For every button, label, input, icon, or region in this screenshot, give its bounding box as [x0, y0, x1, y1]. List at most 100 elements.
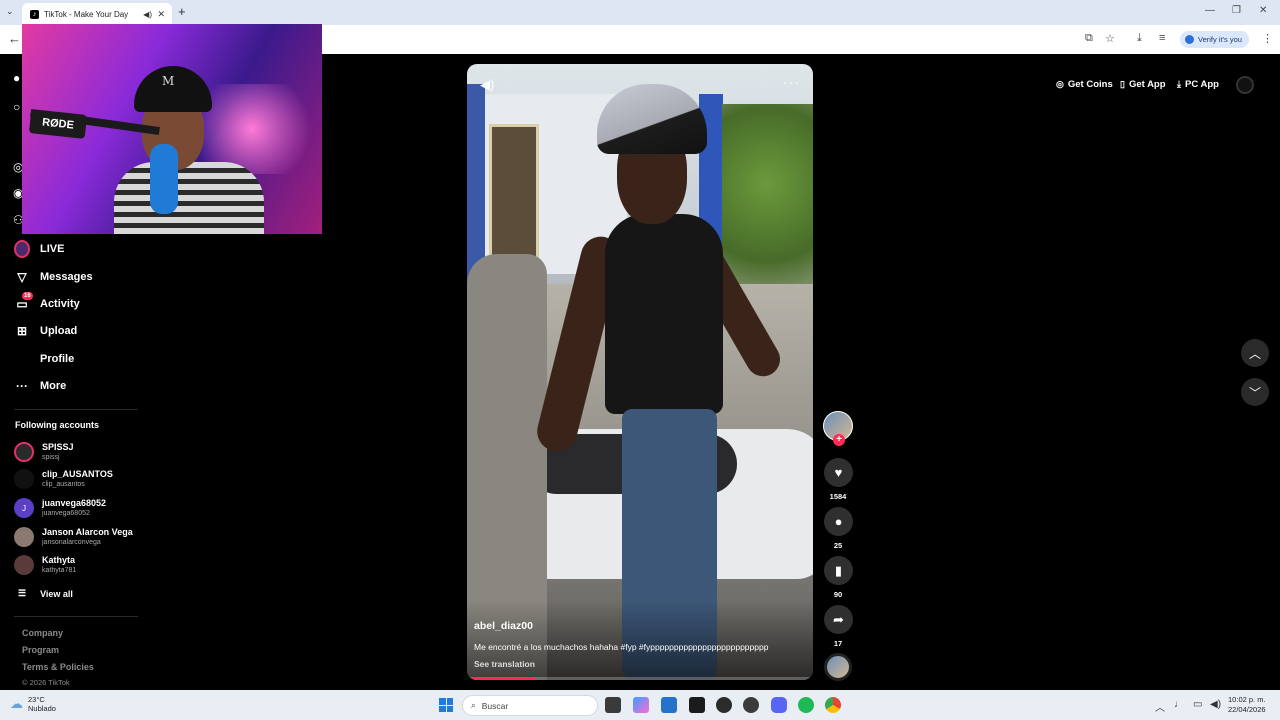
- bookmark-star-icon[interactable]: ☆: [1105, 32, 1115, 45]
- sidebar-item-more[interactable]: ··· More: [14, 376, 66, 396]
- back-arrow-icon[interactable]: ←: [8, 31, 21, 46]
- get-coins-button[interactable]: ◎ Get Coins: [1056, 76, 1113, 92]
- windows-start-icon[interactable]: [439, 698, 453, 712]
- discord-icon[interactable]: [771, 697, 787, 713]
- sidebar-item-label: Profile: [40, 353, 75, 365]
- next-video-button[interactable]: ﹀: [1241, 378, 1269, 406]
- comment-button[interactable]: ●: [824, 507, 853, 536]
- taskbar-search[interactable]: ⌕ Buscar: [462, 695, 598, 716]
- copilot-icon[interactable]: [633, 697, 649, 713]
- previous-video-button[interactable]: ︿: [1241, 339, 1269, 367]
- microphone-icon[interactable]: ♩: [1174, 699, 1184, 710]
- tab-audio-icon[interactable]: ◀): [143, 10, 152, 19]
- cloud-icon: ☁: [10, 696, 23, 711]
- search-placeholder: Buscar: [481, 700, 509, 711]
- minimize-icon[interactable]: —: [1205, 5, 1215, 16]
- sidebar-item-messages[interactable]: ▽ Messages: [14, 267, 92, 287]
- streamer-cap: [134, 66, 212, 112]
- sidebar-item-label: LIVE: [40, 243, 65, 255]
- get-app-button[interactable]: ▯ Get App: [1120, 76, 1166, 92]
- footer-company-link[interactable]: Company: [22, 628, 63, 638]
- copyright: © 2026 TikTok: [22, 678, 70, 687]
- following-account[interactable]: SPISSJ spissj: [14, 439, 74, 465]
- sidebar-item-activity[interactable]: ▭ 16 Activity: [14, 292, 80, 314]
- chrome-icon[interactable]: [825, 697, 841, 713]
- sidebar-item-upload[interactable]: ⊞ Upload: [14, 321, 77, 341]
- profile-avatar[interactable]: [1236, 76, 1254, 94]
- new-tab-icon[interactable]: +: [178, 4, 186, 19]
- verify-button[interactable]: Verify it's you: [1180, 31, 1249, 48]
- download-icon: ⤓: [1177, 78, 1181, 89]
- media-controls-icon[interactable]: ≡: [1159, 32, 1165, 44]
- following-account[interactable]: Kathyta kathyta781: [14, 552, 76, 578]
- steam-icon[interactable]: [743, 697, 759, 713]
- sidebar-item-live[interactable]: LIVE: [14, 239, 64, 259]
- see-translation-link[interactable]: See translation: [474, 659, 535, 669]
- pc-app-button[interactable]: ⤓ PC App: [1177, 76, 1219, 92]
- restore-icon[interactable]: ❐: [1232, 5, 1241, 16]
- capcut-icon[interactable]: [689, 697, 705, 713]
- more-options-icon[interactable]: ···: [783, 74, 800, 90]
- search-icon[interactable]: ○: [13, 100, 20, 114]
- verify-label: Verify it's you: [1198, 35, 1242, 44]
- avatar: [14, 555, 34, 575]
- follow-plus-icon[interactable]: +: [833, 434, 845, 446]
- sidebar-item-profile[interactable]: Profile: [14, 349, 74, 369]
- spotify-icon[interactable]: [798, 697, 814, 713]
- obs-icon[interactable]: [716, 697, 732, 713]
- video-author[interactable]: abel_diaz00: [474, 620, 533, 632]
- view-all-link[interactable]: ☰ View all: [18, 588, 73, 599]
- account-name: SPISSJ: [42, 442, 74, 452]
- paper-plane-icon: ▽: [17, 270, 27, 284]
- close-window-icon[interactable]: ✕: [1259, 5, 1267, 16]
- tab-close-icon[interactable]: ✕: [157, 9, 165, 20]
- view-all-label: View all: [40, 588, 73, 599]
- volume-icon[interactable]: ◀): [480, 77, 494, 93]
- account-handle: clip_ausantos: [42, 481, 85, 488]
- music-disc-icon[interactable]: [824, 653, 852, 681]
- ellipsis-icon: ···: [16, 379, 28, 393]
- inbox-icon: ▭ 16: [16, 292, 33, 311]
- tab-search-icon[interactable]: ⌄: [6, 6, 14, 17]
- download-icon[interactable]: ⤓: [1137, 32, 1142, 45]
- tiktok-logo-icon[interactable]: ●: [13, 71, 20, 85]
- tab-title: TikTok - Make Your Day: [44, 9, 129, 19]
- like-button[interactable]: ♥: [824, 458, 853, 487]
- volume-icon[interactable]: ◀): [1210, 699, 1221, 710]
- video-scene: [467, 84, 485, 284]
- share-count: 17: [833, 639, 843, 648]
- browser-tabstrip: ⌄ ♪ TikTok - Make Your Day ◀) ✕ + — ❐ ✕: [0, 0, 1280, 25]
- task-view-icon[interactable]: [605, 697, 621, 713]
- sidebar-item-label: More: [40, 380, 67, 392]
- browser-menu-icon[interactable]: ⋮: [1262, 32, 1273, 45]
- following-account[interactable]: clip_AUSANTOS clip_ausantos: [14, 466, 113, 492]
- following-account[interactable]: J juanvega68052 juanvega68052: [14, 495, 106, 521]
- install-app-icon[interactable]: ⧉: [1085, 32, 1093, 45]
- share-button[interactable]: ➦: [824, 605, 853, 634]
- microphone: [150, 144, 178, 214]
- weather-widget[interactable]: ☁ 23°C Nublado: [10, 695, 56, 713]
- like-count: 1584: [829, 492, 847, 501]
- mic-brand-label: RØDE: [28, 109, 88, 139]
- system-clock[interactable]: 10:02 p. m. 22/04/2026: [1228, 695, 1266, 715]
- webcam-overlay: M RØDE: [22, 24, 322, 234]
- footer-program-link[interactable]: Program: [22, 645, 59, 655]
- windows-taskbar: ☁ 23°C Nublado ⌕ Buscar ︿ ♩ ▭ ◀) 10:02 p…: [0, 690, 1280, 720]
- tray-chevron-icon[interactable]: ︿: [1155, 699, 1165, 714]
- browser-tab-tiktok[interactable]: ♪ TikTok - Make Your Day ◀) ✕: [22, 3, 172, 25]
- account-handle: kathyta781: [42, 567, 77, 574]
- video-player[interactable]: ◀) ··· abel_diaz00 Me encontré a los muc…: [467, 64, 813, 680]
- store-icon[interactable]: [661, 697, 677, 713]
- save-button[interactable]: ▮: [824, 556, 853, 585]
- video-scene: [722, 104, 813, 304]
- avatar: [14, 469, 34, 489]
- footer-terms-link[interactable]: Terms & Policies: [22, 662, 94, 672]
- avatar: [14, 527, 34, 547]
- sidebar-divider: [14, 409, 138, 410]
- network-icon[interactable]: ▭: [1193, 699, 1202, 710]
- following-account[interactable]: Janson Alarcon Vega jansonalarconvega: [14, 524, 133, 550]
- profile-icon: [14, 351, 30, 367]
- account-name: Kathyta: [42, 555, 76, 565]
- plus-square-icon: ⊞: [16, 324, 28, 338]
- video-progress-bar[interactable]: [467, 677, 813, 680]
